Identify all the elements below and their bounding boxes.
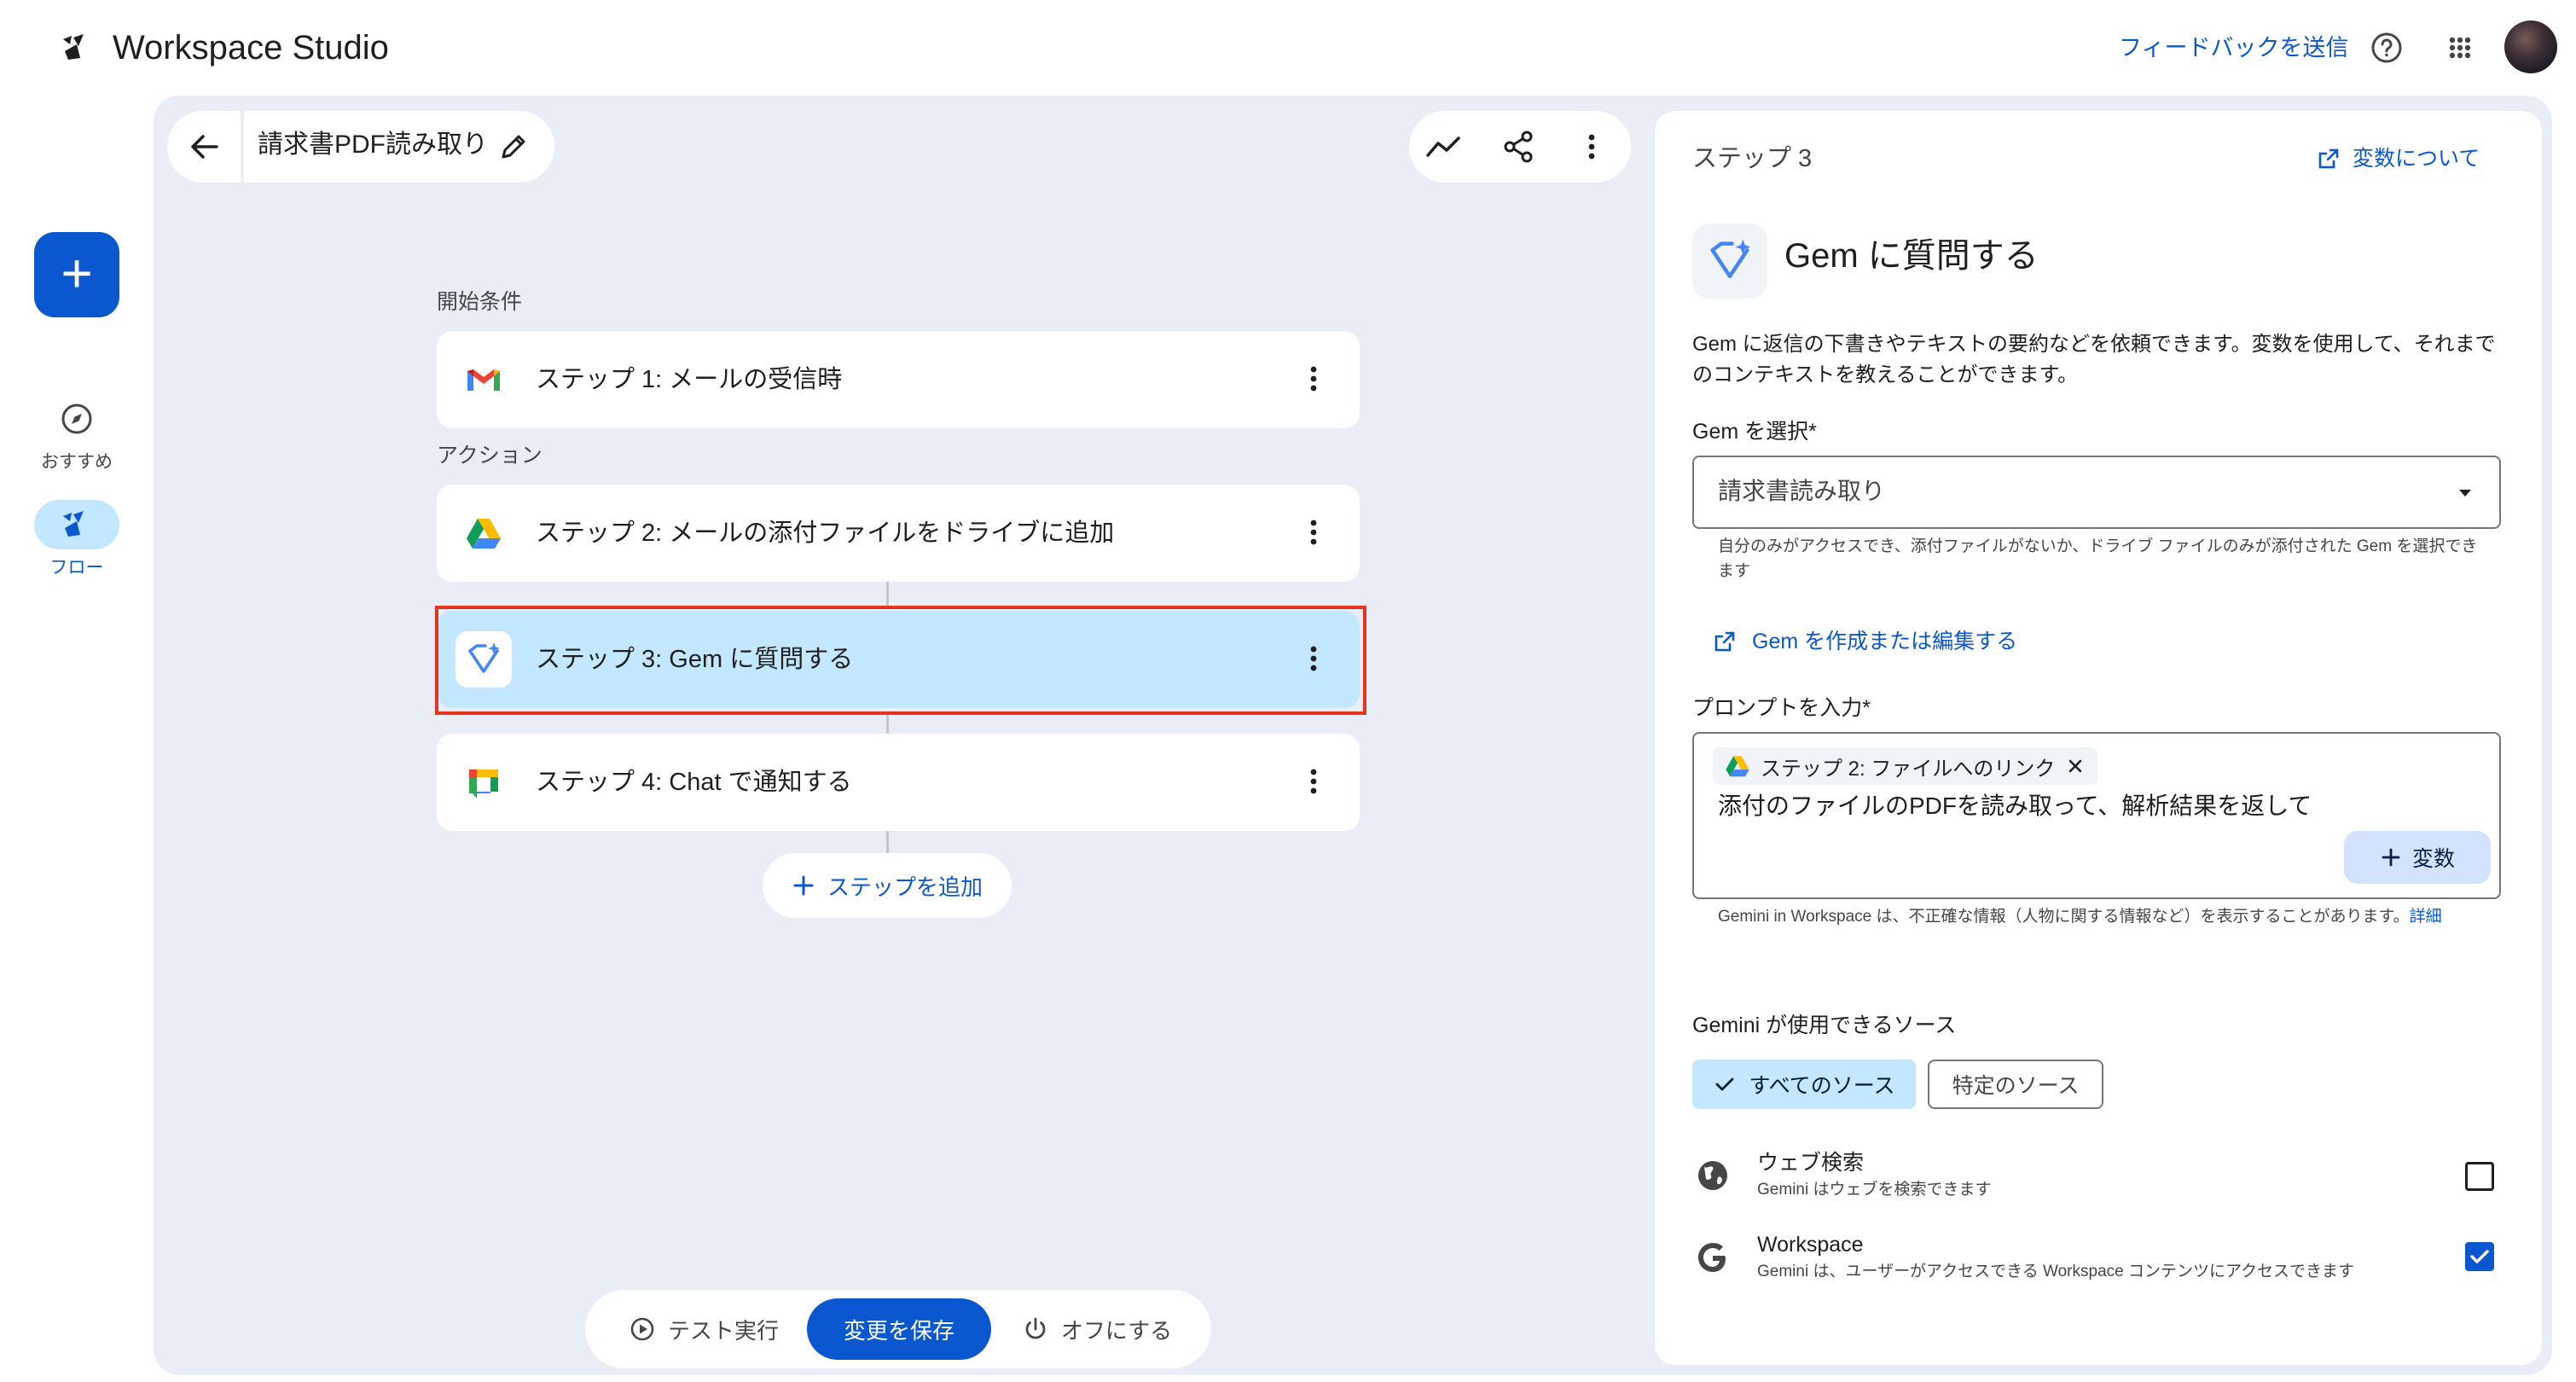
- option-subtitle: Gemini は、ユーザーがアクセスできる Workspace コンテンツにアク…: [1757, 1263, 2355, 1280]
- flows-icon: [63, 511, 84, 537]
- step-label: ステップ 2: メールの添付ファイルをドライブに追加: [536, 520, 1115, 547]
- action-section-label: アクション: [437, 444, 542, 467]
- gem-select-helper: 自分のみがアクセスでき、添付ファイルがないか、ドライブ ファイルのみが添付された…: [1718, 537, 2478, 580]
- step-card-1[interactable]: ステップ 1: メールの受信時: [437, 331, 1360, 428]
- source-all-label: すべてのソース: [1749, 1074, 1895, 1098]
- gem-select-value[interactable]: 請求書読み取り: [1718, 474, 1885, 508]
- plus-icon: [793, 875, 814, 896]
- create-button[interactable]: +: [34, 232, 119, 317]
- google-chat-icon: [455, 754, 512, 810]
- rail-item-label: おすすめ: [41, 452, 113, 472]
- rail-item-recommended[interactable]: おすすめ: [17, 394, 136, 476]
- plus-icon: [2382, 848, 2400, 867]
- top-bar: Workspace Studio フィードバックを送信: [0, 0, 2576, 96]
- rail-item-flows[interactable]: フロー: [17, 500, 136, 582]
- option-subtitle: Gemini はウェブを検索できます: [1757, 1181, 1992, 1199]
- selection-highlight: [435, 606, 1366, 715]
- step-label: ステップ 4: Chat で通知する: [536, 769, 852, 796]
- step-card-4[interactable]: ステップ 4: Chat で通知する: [437, 734, 1360, 831]
- activity-chart-icon[interactable]: [1423, 128, 1464, 165]
- step-card-2[interactable]: ステップ 2: メールの添付ファイルをドライブに追加: [437, 485, 1360, 582]
- workspace-checkbox[interactable]: [2465, 1242, 2494, 1271]
- compass-icon: [61, 404, 92, 434]
- step-label: ステップ 1: メールの受信時: [536, 366, 843, 393]
- add-step-label: ステップを追加: [827, 874, 983, 900]
- dropdown-arrow-icon[interactable]: [2455, 483, 2475, 503]
- option-title: Workspace: [1757, 1233, 1864, 1257]
- gmail-icon: [455, 351, 512, 408]
- variable-chip[interactable]: ステップ 2: ファイルへのリンク: [1713, 747, 2098, 785]
- source-specific-chip[interactable]: 特定のソース: [1928, 1060, 2103, 1109]
- step-more-button[interactable]: [1291, 510, 1336, 555]
- google-g-icon: [1698, 1243, 1726, 1272]
- connector-line: [886, 829, 889, 855]
- share-icon[interactable]: [1498, 126, 1539, 167]
- close-icon[interactable]: [2065, 756, 2086, 776]
- connector-line: [886, 580, 889, 609]
- insert-variable-label: 変数: [2411, 847, 2455, 871]
- account-avatar[interactable]: [2504, 20, 2557, 73]
- variable-chip-label: ステップ 2: ファイルへのリンク: [1761, 757, 2056, 781]
- edit-pencil-icon[interactable]: [495, 128, 532, 165]
- turn-off-label: オフにする: [1060, 1317, 1173, 1344]
- open-in-new-icon: [1714, 631, 1735, 652]
- power-icon: [1025, 1317, 1046, 1339]
- gemini-disclaimer: Gemini in Workspace は、不正確な情報（人物に関する情報など）…: [1718, 908, 2442, 926]
- variables-help-label: 変数について: [2353, 147, 2480, 171]
- more-vert-icon: [1310, 366, 1317, 392]
- help-icon[interactable]: [2364, 26, 2409, 70]
- panel-description: Gem に返信の下書きやテキストの要約などを依頼できます。変数を使用して、それま…: [1692, 333, 2496, 386]
- check-icon: [2470, 1250, 2489, 1263]
- gem-create-edit-link[interactable]: Gem を作成または編集する: [1713, 624, 2017, 659]
- google-drive-icon: [1726, 756, 1749, 777]
- google-drive-icon: [455, 505, 512, 561]
- more-vert-icon: [1310, 769, 1317, 794]
- disclaimer-learn-more-link[interactable]: 詳細: [2410, 908, 2442, 926]
- insert-variable-button[interactable]: 変数: [2344, 831, 2491, 884]
- turn-off-button[interactable]: オフにする: [1000, 1298, 1194, 1360]
- panel-title: Gem に質問する: [1784, 237, 2039, 275]
- test-run-button[interactable]: テスト実行: [609, 1298, 798, 1360]
- source-all-chip[interactable]: すべてのソース: [1692, 1060, 1916, 1109]
- rail-item-label: フロー: [49, 558, 104, 578]
- gem-select-label: Gem を選択*: [1692, 420, 1817, 444]
- sources-label: Gemini が使用できるソース: [1692, 1013, 1957, 1037]
- apps-grid-icon[interactable]: [2438, 26, 2482, 70]
- option-title: ウェブ検索: [1757, 1151, 1865, 1175]
- save-changes-button[interactable]: 変更を保存: [807, 1298, 991, 1360]
- app-title: Workspace Studio: [113, 29, 389, 67]
- play-circle-icon: [630, 1317, 654, 1341]
- add-step-button[interactable]: ステップを追加: [763, 853, 1012, 918]
- more-vert-icon: [1310, 520, 1317, 545]
- trigger-section-label: 開始条件: [437, 290, 523, 314]
- prompt-text[interactable]: 添付のファイルのPDFを読み取って、解析結果を返して: [1718, 788, 2312, 824]
- test-run-label: テスト実行: [667, 1317, 779, 1344]
- arrow-back-icon: [191, 135, 218, 159]
- gem-create-edit-label: Gem を作成または編集する: [1752, 630, 2018, 653]
- flow-title[interactable]: 請求書PDF読み取り: [258, 126, 488, 164]
- web-search-checkbox[interactable]: [2465, 1162, 2494, 1191]
- workspace-studio-logo-icon: [63, 34, 84, 60]
- gem-icon: [1692, 224, 1767, 299]
- more-vert-icon[interactable]: [1571, 126, 1612, 167]
- step-more-button[interactable]: [1291, 759, 1336, 804]
- step-more-button[interactable]: [1291, 357, 1336, 401]
- globe-icon: [1698, 1161, 1727, 1190]
- panel-step-number: ステップ 3: [1692, 145, 1813, 172]
- prompt-label: プロンプトを入力*: [1692, 696, 1871, 720]
- feedback-link[interactable]: フィードバックを送信: [2119, 31, 2348, 65]
- open-in-new-icon: [2318, 148, 2339, 169]
- variables-help-link[interactable]: 変数について: [2317, 142, 2480, 176]
- check-icon: [1716, 1077, 1734, 1091]
- back-button[interactable]: [167, 111, 241, 183]
